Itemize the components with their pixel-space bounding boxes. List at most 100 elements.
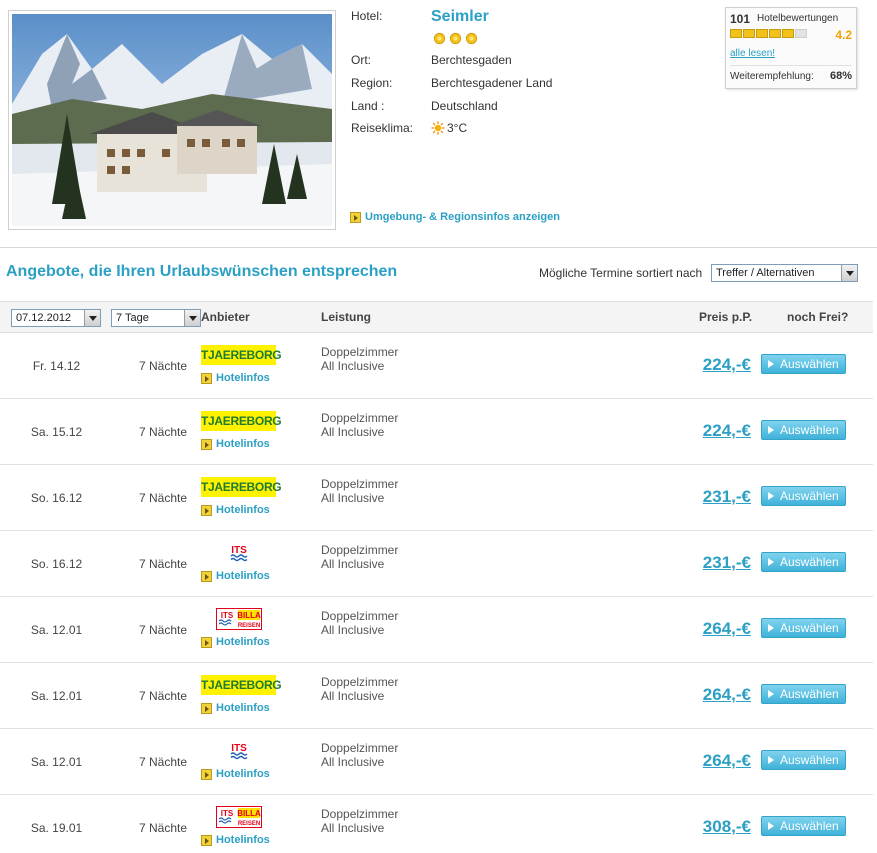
offer-service: Doppelzimmer All Inclusive: [321, 411, 398, 439]
chevron-down-icon[interactable]: [184, 310, 200, 326]
hotelinfo-link[interactable]: Hotelinfos: [201, 438, 270, 450]
offer-board: All Inclusive: [321, 755, 385, 769]
offer-row: Sa. 12.01 7 Nächte ITS Hotelinfos Doppelzimm…: [0, 729, 873, 795]
hotel-stars: [432, 32, 479, 45]
offer-price[interactable]: 224,-€: [703, 355, 751, 375]
rating-bar-segment: [782, 29, 794, 38]
offer-price[interactable]: 224,-€: [703, 421, 751, 441]
hotelinfo-link-label: Hotelinfos: [216, 438, 270, 450]
svg-text:ITS: ITS: [231, 545, 247, 556]
its-logo: ITS: [228, 542, 250, 564]
select-offer-button[interactable]: Auswählen: [761, 684, 846, 704]
rating-bar-segment: [756, 29, 768, 38]
arrow-right-icon: [201, 438, 212, 450]
chevron-down-icon[interactable]: [84, 310, 100, 326]
offer-price[interactable]: 264,-€: [703, 619, 751, 639]
select-offer-button-label: Auswählen: [780, 555, 839, 569]
offer-room: Doppelzimmer: [321, 345, 399, 359]
offer-room: Doppelzimmer: [321, 741, 399, 755]
offers-title: Angebote, die Ihren Urlaubswünschen ents…: [6, 263, 398, 280]
duration-select-value: 7 Tage: [116, 312, 149, 324]
select-offer-button[interactable]: Auswählen: [761, 750, 846, 770]
select-offer-button[interactable]: Auswählen: [761, 552, 846, 572]
offer-nights: 7 Nächte: [138, 689, 187, 703]
hotelinfo-link[interactable]: Hotelinfos: [201, 702, 270, 714]
sort-select[interactable]: Treffer / Alternativen: [711, 264, 858, 282]
hotelinfo-link[interactable]: Hotelinfos: [201, 504, 270, 516]
offer-board: All Inclusive: [321, 359, 385, 373]
hotel-name[interactable]: Seimler: [431, 8, 489, 26]
its-billa-logo: ITS BILLA REISEN: [216, 608, 262, 630]
hotelinfo-link[interactable]: Hotelinfos: [201, 636, 270, 648]
climate-value: 3°C: [447, 121, 468, 135]
select-offer-button-label: Auswählen: [780, 357, 839, 371]
rating-bar-segment: [795, 29, 807, 38]
select-offer-button[interactable]: Auswählen: [761, 486, 846, 506]
country-value: Deutschland: [431, 99, 498, 113]
hotelinfo-link[interactable]: Hotelinfos: [201, 570, 270, 582]
rating-bar-segment: [730, 29, 742, 38]
play-icon: [768, 756, 774, 764]
star-icon: [433, 32, 446, 45]
svg-text:ITS: ITS: [221, 809, 234, 818]
hotel-photo-image: [12, 14, 332, 226]
offer-price[interactable]: 264,-€: [703, 751, 751, 771]
hotelinfo-link-label: Hotelinfos: [216, 372, 270, 384]
play-icon: [768, 822, 774, 830]
chevron-down-icon[interactable]: [841, 265, 857, 281]
offer-board: All Inclusive: [321, 425, 385, 439]
recommendation-label: Weiterempfehlung:: [730, 71, 814, 82]
hotelinfo-link[interactable]: Hotelinfos: [201, 834, 270, 846]
rating-box: 101 Hotelbewertungen 4.2 alle lesen! Wei…: [725, 7, 857, 89]
hotelinfo-link[interactable]: Hotelinfos: [201, 768, 270, 780]
select-offer-button[interactable]: Auswählen: [761, 420, 846, 440]
star-icon: [465, 32, 478, 45]
offer-service: Doppelzimmer All Inclusive: [321, 675, 398, 703]
arrow-right-icon: [201, 372, 212, 384]
offer-nights: 7 Nächte: [138, 491, 187, 505]
region-info-link[interactable]: Umgebung- & Regionsinfos anzeigen: [350, 211, 560, 223]
offer-row: Sa. 19.01 7 Nächte ITS BILLA REISEN Hotelinfo…: [0, 795, 873, 853]
tjaereborg-logo: TJAEREBORG: [201, 411, 282, 431]
sort-select-value: Treffer / Alternativen: [716, 267, 815, 279]
sun-icon: [431, 121, 445, 135]
date-select[interactable]: 07.12.2012: [11, 309, 101, 327]
offer-price[interactable]: 264,-€: [703, 685, 751, 705]
offer-price[interactable]: 231,-€: [703, 553, 751, 573]
play-icon: [768, 558, 774, 566]
location-label: Ort:: [351, 53, 371, 67]
select-offer-button[interactable]: Auswählen: [761, 816, 846, 836]
column-provider: Anbieter: [201, 310, 250, 324]
region-label: Region:: [351, 76, 393, 90]
offer-nights: 7 Nächte: [138, 755, 187, 769]
offer-price[interactable]: 308,-€: [703, 817, 751, 837]
column-availability: noch Frei?: [787, 310, 849, 324]
region-value: Berchtesgadener Land: [431, 76, 553, 90]
recommendation-value: 68%: [829, 70, 852, 82]
select-offer-button-label: Auswählen: [780, 819, 839, 833]
offer-price[interactable]: 231,-€: [703, 487, 751, 507]
duration-select[interactable]: 7 Tage: [111, 309, 201, 327]
column-price: Preis p.P.: [699, 310, 753, 324]
select-offer-button[interactable]: Auswählen: [761, 354, 846, 374]
offer-date: Fr. 14.12: [32, 359, 81, 373]
offers-table-header: 07.12.2012 7 Tage Anbieter Leistung Prei…: [0, 301, 873, 333]
select-offer-button[interactable]: Auswählen: [761, 618, 846, 638]
offer-board: All Inclusive: [321, 491, 385, 505]
hotel-photo[interactable]: [8, 10, 336, 230]
offer-board: All Inclusive: [321, 557, 385, 571]
read-all-reviews-link[interactable]: alle lesen!: [730, 48, 775, 59]
svg-text:BILLA: BILLA: [237, 611, 261, 620]
play-icon: [768, 624, 774, 632]
hotelinfo-link-label: Hotelinfos: [216, 636, 270, 648]
offer-nights: 7 Nächte: [138, 557, 187, 571]
play-icon: [768, 690, 774, 698]
arrow-right-icon: [201, 702, 212, 714]
select-offer-button-label: Auswählen: [780, 621, 839, 635]
country-label: Land :: [351, 99, 385, 113]
offer-board: All Inclusive: [321, 689, 385, 703]
offer-room: Doppelzimmer: [321, 807, 399, 821]
hotelinfo-link[interactable]: Hotelinfos: [201, 372, 270, 384]
hotelinfo-link-label: Hotelinfos: [216, 702, 270, 714]
offer-date: Sa. 15.12: [30, 425, 83, 439]
